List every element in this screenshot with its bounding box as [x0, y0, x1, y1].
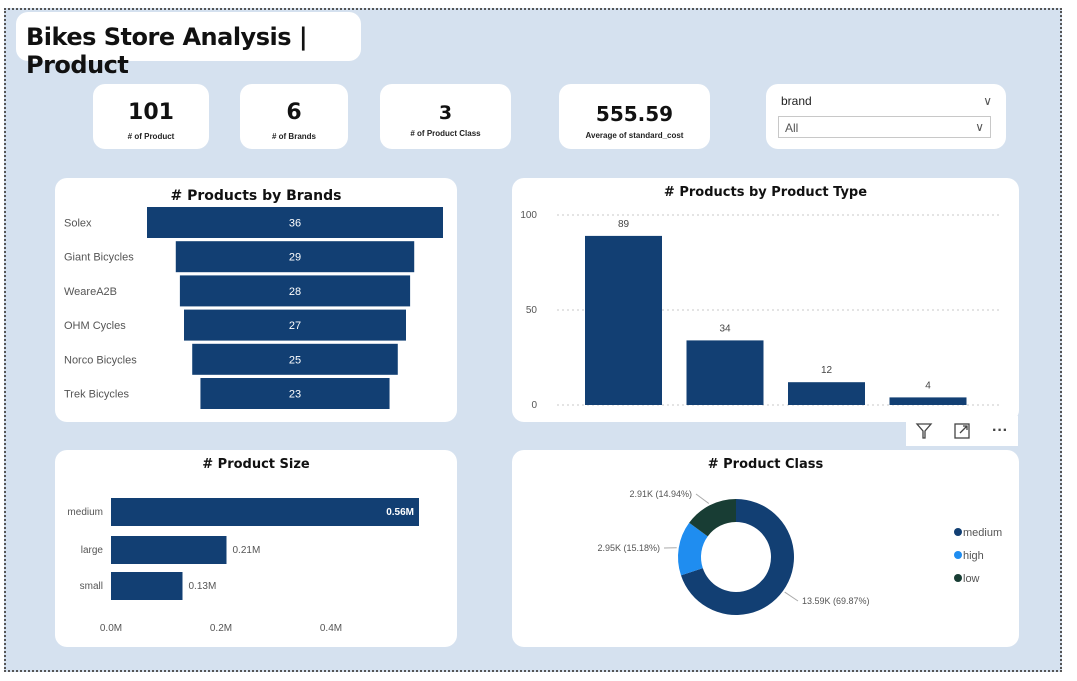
kpi-card-brands: 6 # of Brands: [240, 84, 348, 149]
column: [788, 382, 865, 405]
y-tick-label: 50: [526, 305, 538, 316]
kpi-value: 6: [286, 100, 302, 125]
legend-label: low: [963, 573, 980, 585]
kpi-label: Average of standard_cost: [585, 131, 684, 140]
slicer-header: brand: [781, 94, 812, 108]
column: [889, 397, 967, 405]
title-card: Bikes Store Analysis | Product: [16, 12, 361, 79]
bar: [111, 572, 183, 600]
data-label: 36: [289, 218, 301, 230]
bar: [111, 498, 419, 526]
more-options-icon[interactable]: ···: [986, 420, 1014, 442]
data-label: 4: [925, 380, 931, 391]
kpi-label: # of Product Class: [410, 129, 481, 138]
column: [585, 235, 662, 405]
x-tick-label: 0.4M: [320, 623, 342, 634]
legend-label: high: [963, 550, 984, 562]
kpi-card-avg-cost: 555.59 Average of standard_cost: [559, 84, 710, 149]
slice-label: 13.59K (69.87%): [802, 596, 870, 606]
dropdown-value: All: [785, 121, 799, 135]
page-title: Bikes Store Analysis | Product: [26, 23, 308, 79]
legend-marker: [954, 551, 962, 559]
leader-line: [695, 493, 710, 504]
data-label: 0.56M: [386, 507, 414, 518]
category-label: small: [80, 581, 103, 592]
category-label: WeareA2B: [64, 286, 117, 298]
kpi-value: 3: [438, 102, 453, 124]
legend-label: medium: [963, 527, 1002, 539]
brands-chart: Solex 36 Giant Bicycles 29 WeareA2B 28 OHM Cyc…: [64, 207, 443, 409]
data-label: 0.21M: [233, 545, 261, 556]
column: [686, 340, 764, 405]
focus-mode-icon[interactable]: [948, 420, 976, 442]
category-label: medium: [67, 507, 103, 518]
chevron-down-icon[interactable]: ∨: [983, 94, 992, 108]
data-label: 25: [289, 354, 301, 366]
brands-chart-card[interactable]: # Products by Brands Solex 36 Giant Bicycl…: [55, 178, 457, 422]
filter-icon[interactable]: [910, 420, 938, 442]
data-label: 23: [289, 389, 301, 401]
product-class-chart-card[interactable]: # Product Class 13.59K (69.87%) 2.95K (15…: [512, 450, 1019, 647]
data-label: 89: [618, 219, 630, 230]
category-label: Solex: [64, 218, 92, 230]
x-tick-label: 0.2M: [210, 623, 232, 634]
data-label: 0.13M: [189, 581, 217, 592]
y-tick-label: 0: [531, 400, 537, 411]
kpi-card-products: 101 # of Product: [93, 84, 209, 149]
data-label: 12: [821, 365, 833, 376]
chevron-down-icon: ∨: [975, 120, 984, 134]
category-label: large: [81, 545, 104, 556]
product-class-chart: 13.59K (69.87%) 2.95K (15.18%) 2.91K (14.9…: [597, 489, 1002, 615]
product-type-chart-card[interactable]: # Products by Product Type 0 50 100 89 34 12 4: [512, 178, 1019, 422]
brand-dropdown[interactable]: All ∨: [778, 116, 991, 138]
kpi-label: # of Product: [127, 132, 175, 141]
kpi-card-product-class: 3 # of Product Class: [380, 84, 511, 149]
category-label: Norco Bicycles: [64, 354, 137, 366]
x-tick-label: 0.0M: [100, 623, 122, 634]
kpi-value: 555.59: [595, 102, 674, 126]
product-size-chart-card[interactable]: # Product Size 0.0M 0.2M 0.4M medium 0.56M la…: [55, 450, 457, 647]
category-label: OHM Cycles: [64, 320, 126, 332]
brand-slicer: brand ∨ All ∨: [766, 84, 1006, 149]
data-label: 27: [289, 320, 301, 332]
data-label: 28: [289, 286, 301, 298]
product-type-chart: 0 50 100 89 34 12 4: [520, 210, 1002, 411]
legend-marker: [954, 574, 962, 582]
slice-label: 2.91K (14.94%): [629, 489, 692, 499]
category-label: Trek Bicycles: [64, 389, 129, 401]
kpi-value: 101: [128, 100, 174, 125]
data-label: 34: [719, 323, 731, 334]
product-size-chart: 0.0M 0.2M 0.4M medium 0.56M large 0.21M small 0.…: [67, 498, 419, 634]
slice-label: 2.95K (15.18%): [597, 543, 660, 553]
bar: [111, 536, 227, 564]
visual-header-toolbar: ···: [906, 416, 1018, 446]
category-label: Giant Bicycles: [64, 252, 134, 264]
data-label: 29: [289, 252, 301, 264]
y-tick-label: 100: [520, 210, 537, 221]
legend-marker: [954, 528, 962, 536]
leader-line: [784, 591, 799, 602]
kpi-label: # of Brands: [271, 132, 316, 141]
